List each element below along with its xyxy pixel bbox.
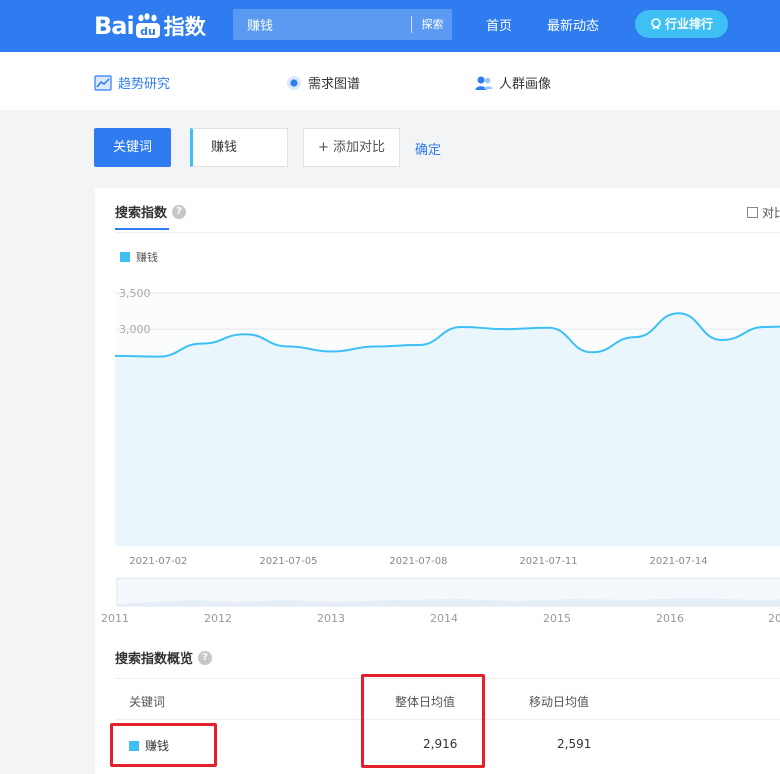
subnav-demand-map[interactable]: 需求图谱: [286, 73, 360, 92]
row-mobile-avg-cell: 2,591: [557, 737, 592, 751]
overview-title-label: 搜索指数概览: [115, 652, 194, 667]
overview-table-header: 关键词 整体日均值 移动日均值: [115, 678, 780, 720]
trend-chart-icon: [94, 74, 112, 91]
nav-home-link[interactable]: 首页: [486, 15, 512, 34]
search-input[interactable]: [233, 9, 411, 40]
overview-year-label: 2012: [204, 612, 232, 625]
industry-ranking-button[interactable]: 行业排行: [635, 10, 728, 38]
x-tick-label: 2021-07-05: [259, 556, 317, 567]
overview-year-label: 2014: [430, 612, 458, 625]
paw-icon: du: [135, 13, 161, 39]
baidu-index-logo[interactable]: Bai du 指数: [94, 9, 206, 43]
series-swatch: [129, 741, 139, 751]
confirm-link[interactable]: 确定: [415, 139, 441, 158]
subnav-trend-research-label: 趋势研究: [118, 77, 171, 92]
keyword-field[interactable]: 赚钱: [190, 128, 288, 167]
row-keyword-text: 赚钱: [145, 739, 170, 753]
keyword-button[interactable]: 关键词: [94, 128, 171, 167]
logo-zhishu-text: 指数: [163, 15, 206, 39]
sub-nav: 趋势研究 需求图谱 人群画像: [0, 52, 780, 110]
svg-text:du: du: [140, 25, 156, 38]
series-area: [115, 313, 780, 546]
search-box: 探索: [233, 9, 452, 40]
industry-ranking-label: 行业排行: [664, 17, 713, 31]
x-tick-label: 2021-07-08: [389, 556, 447, 567]
search-index-chart: 5001,0001,5002,0002,5003,0003,5002021-07…: [101, 250, 780, 625]
demand-map-icon: [287, 75, 301, 90]
overview-help-icon[interactable]: ?: [198, 650, 213, 665]
logo-bai-text: Bai: [94, 12, 135, 40]
subnav-demand-map-label: 需求图谱: [308, 77, 361, 92]
search-index-card: 搜索指数 ? 对比 5001,0001,5002,0002,5003,0003,…: [95, 188, 780, 774]
subnav-trend-research[interactable]: 趋势研究: [94, 73, 170, 92]
overview-year-label: 2016: [656, 612, 684, 625]
overview-year-label: 2015: [543, 612, 571, 625]
legend-swatch: [120, 252, 130, 262]
subnav-audience-profile[interactable]: 人群画像: [475, 73, 551, 92]
ranking-icon: [651, 18, 661, 30]
overview-title: 搜索指数概览 ?: [115, 648, 213, 667]
x-tick-label: 2021-07-14: [649, 556, 707, 567]
y-tick-label: 3,000: [119, 323, 151, 336]
nav-latest-news-link[interactable]: 最新动态: [547, 15, 599, 34]
subnav-audience-profile-label: 人群画像: [499, 77, 552, 92]
x-tick-label: 2021-07-02: [129, 556, 187, 567]
y-tick-label: 3,500: [119, 287, 151, 300]
search-divider: [411, 16, 412, 33]
x-tick-label: 2021-07-11: [519, 556, 577, 567]
add-compare-button[interactable]: + 添加对比: [303, 128, 400, 167]
col-keyword-header: 关键词: [129, 695, 166, 709]
table-row: 赚钱 2,916 2,591: [115, 721, 780, 767]
overview-year-label: 2013: [317, 612, 345, 625]
legend-label: 赚钱: [136, 250, 158, 264]
col-mobile-avg-header: 移动日均值: [529, 695, 590, 709]
audience-icon: [475, 76, 493, 90]
search-button[interactable]: 探索: [413, 9, 452, 40]
row-keyword-cell: 赚钱: [129, 737, 169, 754]
row-overall-avg-cell: 2,916: [423, 737, 458, 751]
overview-year-label: 2011: [101, 612, 129, 625]
top-bar: Bai du 指数 探索 首页 最新动态 行业排行: [0, 0, 780, 52]
col-overall-avg-header: 整体日均值: [395, 695, 456, 709]
overview-year-label: 20: [768, 612, 780, 625]
